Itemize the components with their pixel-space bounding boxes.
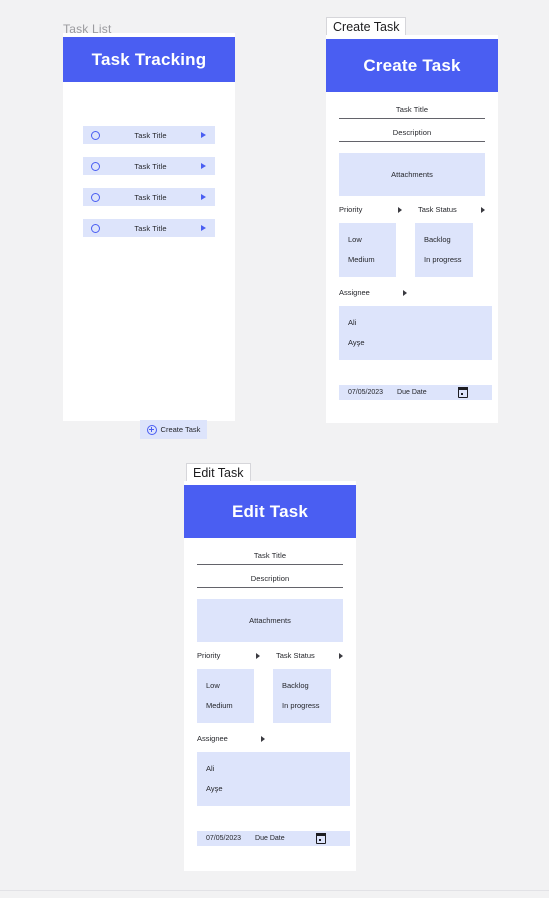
assignee-option[interactable]: Ayşe [206,784,350,794]
task-row-label: Task Title [134,192,167,202]
edit-task-header: Edit Task [184,485,356,538]
priority-select[interactable]: Priority [339,205,402,214]
task-row[interactable]: Task Title [83,126,215,144]
task-checkbox-icon[interactable] [91,130,100,140]
attachments-dropzone[interactable]: Attachments [339,153,485,196]
task-checkbox-icon[interactable] [91,161,100,171]
bottom-divider [0,890,549,891]
task-title-input[interactable]: Task Title [197,551,343,565]
task-row[interactable]: Task Title [83,188,215,206]
priority-select[interactable]: Priority [197,651,260,660]
calendar-icon[interactable] [457,387,469,398]
task-status-select[interactable]: Task Status [276,651,343,660]
assignee-select[interactable]: Assignee [197,734,265,743]
due-date-label: Due Date [255,835,285,842]
task-status-option[interactable]: In progress [424,255,473,265]
edit-task-panel: Edit Task Task Title Description Attachm… [184,481,356,871]
chevron-down-icon [403,289,407,296]
due-date-value: 07/05/2023 [206,835,242,842]
chevron-down-icon [398,206,402,213]
assignee-label: Assignee [197,734,228,743]
assignee-option-list[interactable]: Ali Ayşe [339,306,492,360]
chevron-down-icon [261,735,265,742]
task-list-header: Task Tracking [63,37,235,82]
attachments-label: Attachments [249,616,291,625]
assignee-option[interactable]: Ali [206,764,350,774]
task-status-option[interactable]: Backlog [282,681,331,691]
create-task-header: Create Task [326,39,498,92]
due-date-field[interactable]: 07/05/2023 Due Date [339,385,492,400]
task-list-header-title: Task Tracking [91,49,207,69]
task-checkbox-icon[interactable] [91,223,100,233]
due-date-field[interactable]: 07/05/2023 Due Date [197,831,350,846]
task-row-label: Task Title [134,161,167,171]
assignee-option-list[interactable]: Ali Ayşe [197,752,350,806]
chevron-right-icon[interactable] [201,225,206,231]
task-status-option[interactable]: In progress [282,701,331,711]
task-status-option-list[interactable]: Backlog In progress [415,223,473,277]
task-row[interactable]: Task Title [83,219,215,237]
task-row[interactable]: Task Title [83,157,215,175]
attachments-dropzone[interactable]: Attachments [197,599,343,642]
task-checkbox-icon[interactable] [91,192,100,202]
create-task-button-label: Create Task [160,425,201,434]
due-date-label: Due Date [397,389,427,396]
create-task-button[interactable]: Create Task [140,420,207,439]
priority-option[interactable]: Medium [206,701,254,711]
artboard-canvas: Task List Task Tracking Task Title Task … [0,0,549,898]
plus-circle-icon [146,424,157,435]
task-status-label: Task Status [418,205,457,214]
description-input[interactable]: Description [197,574,343,588]
attachments-label: Attachments [391,170,433,179]
priority-option[interactable]: Low [348,235,396,245]
chevron-down-icon [256,652,260,659]
create-task-panel: Create Task Task Title Description Attac… [326,35,498,423]
chevron-right-icon[interactable] [201,194,206,200]
priority-option-list[interactable]: Low Medium [339,223,396,277]
task-title-input[interactable]: Task Title [339,105,485,119]
priority-label: Priority [339,205,363,214]
priority-option[interactable]: Low [206,681,254,691]
assignee-option[interactable]: Ayşe [348,338,492,348]
edit-task-header-title: Edit Task [231,501,309,521]
chevron-down-icon [481,206,485,213]
chevron-down-icon [339,652,343,659]
task-status-label: Task Status [276,651,315,660]
task-row-label: Task Title [134,130,167,140]
task-row-label: Task Title [134,223,167,233]
assignee-option[interactable]: Ali [348,318,492,328]
description-input[interactable]: Description [339,128,485,142]
calendar-icon[interactable] [315,833,327,844]
create-task-header-title: Create Task [363,55,461,75]
priority-option[interactable]: Medium [348,255,396,265]
chevron-right-icon[interactable] [201,132,206,138]
due-date-value: 07/05/2023 [348,389,384,396]
task-status-option-list[interactable]: Backlog In progress [273,669,331,723]
chevron-right-icon[interactable] [201,163,206,169]
task-list-panel: Task Tracking Task Title Task Title Task… [63,33,235,439]
priority-option-list[interactable]: Low Medium [197,669,254,723]
priority-label: Priority [197,651,221,660]
assignee-select[interactable]: Assignee [339,288,407,297]
task-status-select[interactable]: Task Status [418,205,485,214]
assignee-label: Assignee [339,288,370,297]
task-status-option[interactable]: Backlog [424,235,473,245]
